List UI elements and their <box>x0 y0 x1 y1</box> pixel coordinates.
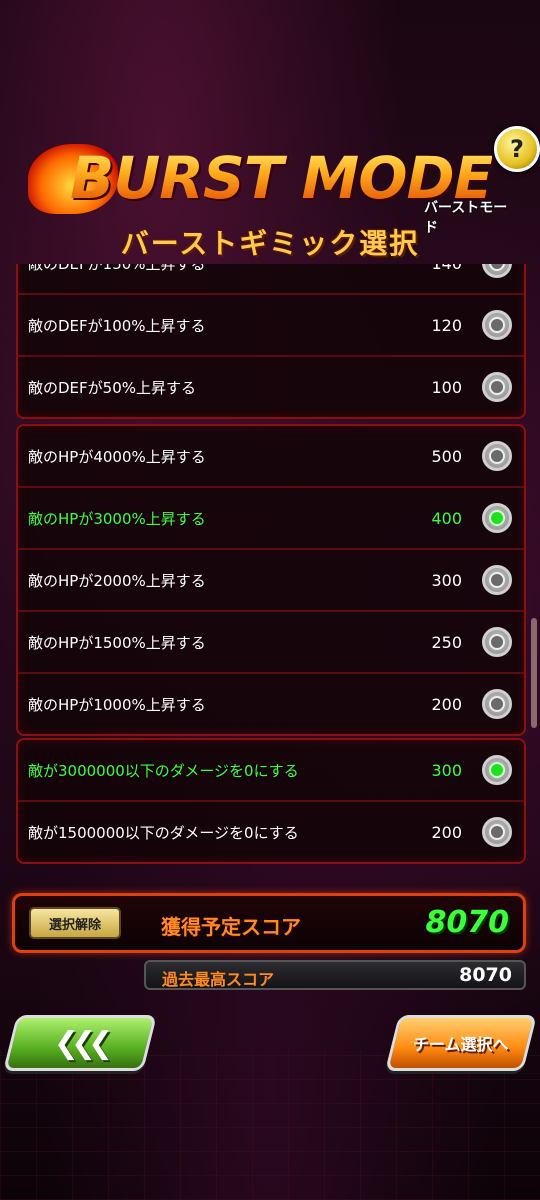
radio-button-checked[interactable] <box>482 503 512 533</box>
radio-dot <box>489 510 505 526</box>
radio-button[interactable] <box>482 627 512 657</box>
radio-button[interactable] <box>482 310 512 340</box>
gimmick-label: 敵のHPが1000%上昇する <box>28 695 206 714</box>
gimmick-group-def: 敵のDEFが150%上昇する 140 敵のDEFが100%上昇する 120 敵の… <box>16 264 526 419</box>
radio-dot <box>489 379 505 395</box>
best-score-value: 8070 <box>459 964 512 986</box>
gimmick-score: 500 <box>431 446 462 466</box>
gimmick-label: 敵のHPが4000%上昇する <box>28 447 206 466</box>
gimmick-list[interactable]: 敵のDEFが150%上昇する 140 敵のDEFが100%上昇する 120 敵の… <box>12 264 528 876</box>
radio-dot <box>489 264 505 271</box>
team-select-button[interactable]: チーム選択へ <box>385 1015 537 1071</box>
gimmick-row[interactable]: 敵のDEFが100%上昇する 120 <box>18 295 524 357</box>
gimmick-row[interactable]: 敵が1500000以下のダメージを0にする 200 <box>18 802 524 862</box>
burst-mode-logo: BURST MODE バーストモード <box>28 140 508 236</box>
radio-button[interactable] <box>482 372 512 402</box>
gimmick-label: 敵が1500000以下のダメージを0にする <box>28 823 299 842</box>
radio-dot <box>489 448 505 464</box>
gimmick-label: 敵のDEFが100%上昇する <box>28 316 206 335</box>
radio-button[interactable] <box>482 565 512 595</box>
gimmick-row[interactable]: 敵のHPが2000%上昇する 300 <box>18 550 524 612</box>
gimmick-label: 敵が3000000以下のダメージを0にする <box>28 761 299 780</box>
gimmick-row[interactable]: 敵のDEFが50%上昇する 100 <box>18 357 524 417</box>
gimmick-group-damage: 敵が3000000以下のダメージを0にする 300 敵が1500000以下のダメ… <box>16 738 526 864</box>
radio-button[interactable] <box>482 264 512 278</box>
gimmick-score: 250 <box>431 632 462 652</box>
radio-button[interactable] <box>482 689 512 719</box>
background-floor-grid <box>0 1050 540 1200</box>
gimmick-score: 200 <box>431 822 462 842</box>
radio-button[interactable] <box>482 817 512 847</box>
expected-score-panel: 選択解除 獲得予定スコア 8070 <box>12 893 526 953</box>
back-arrows-icon: ❮❮❮ <box>54 1025 106 1061</box>
gimmick-row[interactable]: 敵のHPが4000%上昇する 500 <box>18 426 524 488</box>
radio-dot <box>489 762 505 778</box>
gimmick-score: 300 <box>431 760 462 780</box>
clear-selection-button[interactable]: 選択解除 <box>29 907 121 939</box>
radio-dot <box>489 572 505 588</box>
gimmick-row-selected[interactable]: 敵が3000000以下のダメージを0にする 300 <box>18 740 524 802</box>
best-score-panel: 過去最高スコア 8070 <box>144 960 526 990</box>
best-score-label: 過去最高スコア <box>162 970 275 989</box>
page-title: バーストギミック選択 <box>120 227 420 260</box>
gimmick-row[interactable]: 敵のDEFが150%上昇する 140 <box>18 264 524 295</box>
gimmick-row[interactable]: 敵のHPが1000%上昇する 200 <box>18 674 524 734</box>
team-select-label: チーム選択へ <box>413 1035 509 1054</box>
expected-score-label: 獲得予定スコア <box>161 915 301 939</box>
gimmick-group-hp: 敵のHPが4000%上昇する 500 敵のHPが3000%上昇する 400 敵の… <box>16 424 526 736</box>
gimmick-row[interactable]: 敵のHPが1500%上昇する 250 <box>18 612 524 674</box>
gimmick-score: 400 <box>431 508 462 528</box>
radio-dot <box>489 317 505 333</box>
back-button[interactable]: ❮❮❮ <box>3 1015 157 1071</box>
gimmick-score: 100 <box>431 377 462 397</box>
list-scrollbar[interactable] <box>531 618 537 728</box>
radio-button[interactable] <box>482 441 512 471</box>
gimmick-score: 200 <box>431 694 462 714</box>
gimmick-score: 120 <box>431 315 462 335</box>
gimmick-label: 敵のHPが1500%上昇する <box>28 633 206 652</box>
gimmick-score: 300 <box>431 570 462 590</box>
gimmick-row-selected[interactable]: 敵のHPが3000%上昇する 400 <box>18 488 524 550</box>
radio-dot <box>489 634 505 650</box>
gimmick-label: 敵のHPが2000%上昇する <box>28 571 206 590</box>
radio-button-checked[interactable] <box>482 755 512 785</box>
expected-score-value: 8070 <box>425 905 510 940</box>
radio-dot <box>489 696 505 712</box>
gimmick-score: 140 <box>431 264 462 273</box>
gimmick-label: 敵のDEFが50%上昇する <box>28 378 196 397</box>
gimmick-label: 敵のDEFが150%上昇する <box>28 264 206 274</box>
radio-dot <box>489 824 505 840</box>
gimmick-label: 敵のHPが3000%上昇する <box>28 509 206 528</box>
help-icon-glyph: ? <box>510 135 524 163</box>
